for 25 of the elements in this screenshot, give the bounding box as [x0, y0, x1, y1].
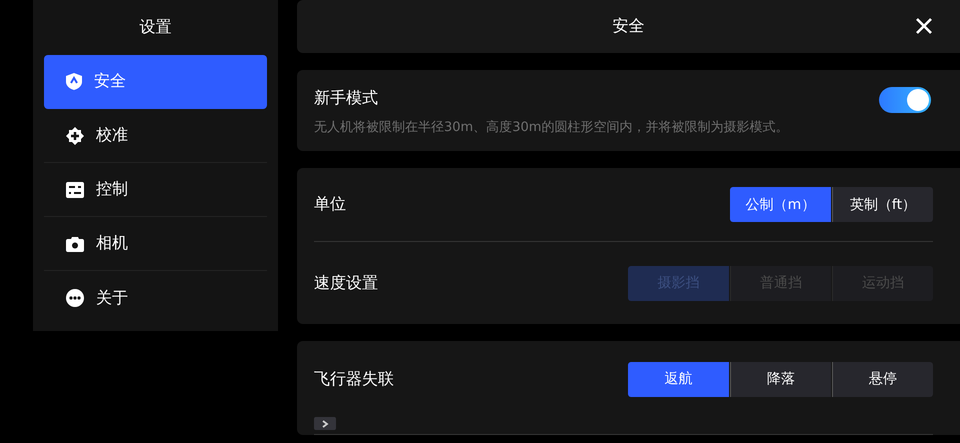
- setting-description: 无人机将被限制在半径30m、高度30m的圆柱形空间内，并将被限制为摄影模式。: [314, 119, 788, 136]
- segment-option[interactable]: 公制（m）: [730, 187, 831, 222]
- sidebar-item[interactable]: 相机: [44, 217, 267, 271]
- sidebar-title: 设置: [138, 16, 172, 38]
- segment-option[interactable]: 返航: [628, 362, 729, 396]
- more-icon: [66, 289, 84, 307]
- camera-icon: [66, 236, 84, 252]
- sidebar-item[interactable]: 校准: [44, 109, 267, 163]
- setting-label: 飞行器失联: [314, 368, 394, 390]
- expand-button[interactable]: [314, 417, 336, 430]
- sidebar-item[interactable]: 关于: [44, 271, 267, 325]
- setting-label: 新手模式: [314, 88, 379, 109]
- segment-option[interactable]: 悬停: [832, 362, 933, 396]
- target-icon: [66, 126, 84, 144]
- sliders-icon: [66, 182, 84, 198]
- setting-label: 单位: [314, 194, 346, 215]
- setting-label: 速度设置: [314, 272, 378, 294]
- page-title: 安全: [612, 16, 644, 37]
- sidebar-item[interactable]: 控制: [44, 163, 267, 217]
- toggle-switch[interactable]: [879, 87, 931, 113]
- segment-option[interactable]: 降落: [730, 362, 831, 396]
- segment-option[interactable]: 英制（ft）: [832, 187, 933, 222]
- sidebar-item[interactable]: 安全: [44, 55, 267, 109]
- shield-icon: [66, 73, 82, 90]
- chevron-icon: [321, 420, 329, 428]
